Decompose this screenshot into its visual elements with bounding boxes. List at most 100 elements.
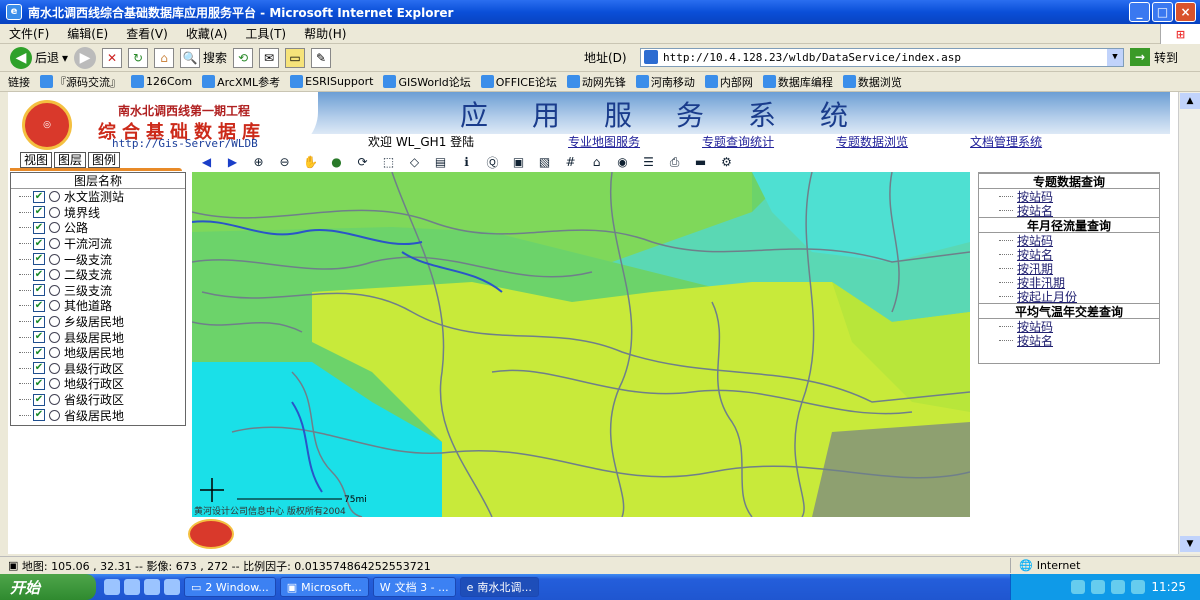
print-icon[interactable]: ⎙ (666, 154, 683, 171)
layer-active-radio[interactable] (49, 206, 60, 218)
nav-doc-management[interactable]: 文档管理系统 (970, 133, 1042, 149)
link-item[interactable]: ESRISupport (290, 75, 373, 88)
layer-visible-checkbox[interactable]: ✔ (33, 377, 45, 390)
edit-button[interactable]: ✎ (311, 47, 332, 68)
layer-active-radio[interactable] (49, 191, 60, 203)
layer-visible-checkbox[interactable]: ✔ (33, 237, 45, 250)
query-item[interactable]: 按站码 (979, 189, 1159, 204)
tray-icon[interactable] (1071, 580, 1086, 594)
link-item[interactable]: OFFICE论坛 (480, 74, 557, 90)
info-icon[interactable]: ℹ (458, 154, 475, 171)
layer-item[interactable]: ✔ 县级居民地 (11, 329, 185, 345)
close-button[interactable]: × (1175, 2, 1196, 22)
layer-active-radio[interactable] (49, 269, 60, 281)
layer-item[interactable]: ✔ 二级支流 (11, 267, 185, 283)
layer-item[interactable]: ✔ 三级支流 (11, 283, 185, 299)
maximize-button[interactable]: □ (1152, 2, 1173, 22)
layer-item[interactable]: ✔ 水文监测站 (11, 189, 185, 205)
clear-selection-icon[interactable]: ▧ (536, 154, 553, 171)
layer-active-radio[interactable] (49, 347, 60, 359)
home-button[interactable]: ⌂ (154, 47, 175, 68)
menu-favorites[interactable]: 收藏(A) (177, 25, 237, 42)
task-document[interactable]: W 文档 3 - ... (372, 577, 456, 597)
map-canvas[interactable]: 75mi 黄河设计公司信息中心 版权所有2004 (192, 172, 970, 517)
back-button[interactable]: ◀ 后退 ▾ (10, 46, 68, 69)
tray-icon[interactable] (1111, 580, 1126, 594)
window-titlebar[interactable]: e 南水北调西线综合基础数据库应用服务平台 - Microsoft Intern… (0, 0, 1200, 24)
select-rect-icon[interactable]: ▣ (510, 154, 527, 171)
layer-visible-checkbox[interactable]: ✔ (33, 393, 45, 406)
layer-active-radio[interactable] (49, 253, 60, 265)
pan-left-icon[interactable]: ◀ (198, 154, 215, 171)
layer-active-radio[interactable] (49, 331, 60, 343)
layer-visible-checkbox[interactable]: ✔ (33, 346, 45, 359)
layer-item[interactable]: ✔ 公路 (11, 220, 185, 236)
layer-item[interactable]: ✔ 境界线 (11, 205, 185, 221)
map-view[interactable]: 75mi 黄河设计公司信息中心 版权所有2004 (192, 172, 970, 517)
full-extent-icon[interactable]: ● (328, 154, 345, 171)
layer-visible-checkbox[interactable]: ✔ (33, 299, 45, 312)
task-windows-group[interactable]: ▭ 2 Window... (184, 577, 276, 597)
link-item[interactable]: GISWorld论坛 (383, 74, 471, 90)
quick-launch-desktop-icon[interactable] (144, 579, 160, 595)
zoom-out-icon[interactable]: ⊖ (276, 154, 293, 171)
settings-icon[interactable]: ⚙ (718, 154, 735, 171)
pan-right-icon[interactable]: ▶ (224, 154, 241, 171)
layer-item[interactable]: ✔ 县级行政区 (11, 361, 185, 377)
quick-launch-ie-icon[interactable] (104, 579, 120, 595)
clock[interactable]: 11:25 (1151, 580, 1186, 594)
query-link[interactable]: 按站名 (1017, 332, 1053, 349)
link-item[interactable]: 数据库编程 (762, 74, 833, 90)
layer-active-radio[interactable] (49, 316, 60, 328)
scroll-down-icon[interactable]: ▼ (1180, 536, 1200, 552)
measure-icon[interactable]: # (562, 154, 579, 171)
address-dropdown-icon[interactable]: ▼ (1107, 49, 1123, 66)
layer-item[interactable]: ✔ 其他道路 (11, 298, 185, 314)
locate-icon[interactable]: ◉ (614, 154, 631, 171)
tab-legend[interactable]: 图例 (88, 152, 121, 168)
legend-icon[interactable]: ☰ (640, 154, 657, 171)
folder-button[interactable]: ▭ (285, 47, 306, 68)
link-item[interactable]: 河南移动 (635, 74, 695, 90)
address-bar[interactable]: http://10.4.128.23/wldb/DataService/inde… (640, 48, 1124, 67)
layer-visible-checkbox[interactable]: ✔ (33, 268, 45, 281)
layer-visible-checkbox[interactable]: ✔ (33, 190, 45, 203)
layer-active-radio[interactable] (49, 238, 60, 250)
layer-item[interactable]: ✔ 乡级居民地 (11, 314, 185, 330)
layer-visible-checkbox[interactable]: ✔ (33, 284, 45, 297)
query-item[interactable]: 按站码 (979, 233, 1159, 248)
layer-item[interactable]: ✔ 省级行政区 (11, 392, 185, 408)
start-button[interactable]: 开始 (0, 574, 96, 600)
menu-edit[interactable]: 编辑(E) (58, 25, 117, 42)
menu-tools[interactable]: 工具(T) (236, 25, 295, 42)
link-item[interactable]: 动网先锋 (566, 74, 626, 90)
layer-active-radio[interactable] (49, 222, 60, 234)
link-item[interactable]: 126Com (131, 75, 192, 88)
minimize-button[interactable]: _ (1129, 2, 1150, 22)
layer-active-radio[interactable] (49, 378, 60, 390)
refresh-map-icon[interactable]: ⟳ (354, 154, 371, 171)
link-item[interactable]: 『源码交流』 (40, 74, 121, 90)
mail-button[interactable]: ✉ (259, 47, 280, 68)
history-button[interactable]: ⟲ (233, 47, 254, 68)
query-item[interactable]: 按站名 (979, 247, 1159, 262)
forward-button[interactable]: ▶ (74, 46, 97, 69)
nav-data-browse[interactable]: 专题数据浏览 (836, 133, 908, 149)
layer-active-radio[interactable] (49, 300, 60, 312)
export-icon[interactable]: ▬ (692, 154, 709, 171)
layer-item[interactable]: ✔ 地级居民地 (11, 345, 185, 361)
query-icon[interactable]: Ⓠ (484, 154, 501, 171)
quick-launch-media-icon[interactable] (164, 579, 180, 595)
layer-item[interactable]: ✔ 干流河流 (11, 236, 185, 252)
address-url[interactable]: http://10.4.128.23/wldb/DataService/inde… (663, 51, 961, 64)
task-microsoft[interactable]: ▣ Microsoft... (279, 577, 369, 597)
layer-active-radio[interactable] (49, 362, 60, 374)
query-item[interactable]: 按站名 (979, 332, 1159, 349)
layer-item[interactable]: ✔ 一级支流 (11, 251, 185, 267)
volume-icon[interactable] (1131, 580, 1146, 594)
scroll-up-icon[interactable]: ▲ (1180, 93, 1200, 109)
layer-active-radio[interactable] (49, 394, 60, 406)
layer-visible-checkbox[interactable]: ✔ (33, 315, 45, 328)
link-item[interactable]: 内部网 (704, 74, 753, 90)
layer-active-radio[interactable] (49, 284, 60, 296)
